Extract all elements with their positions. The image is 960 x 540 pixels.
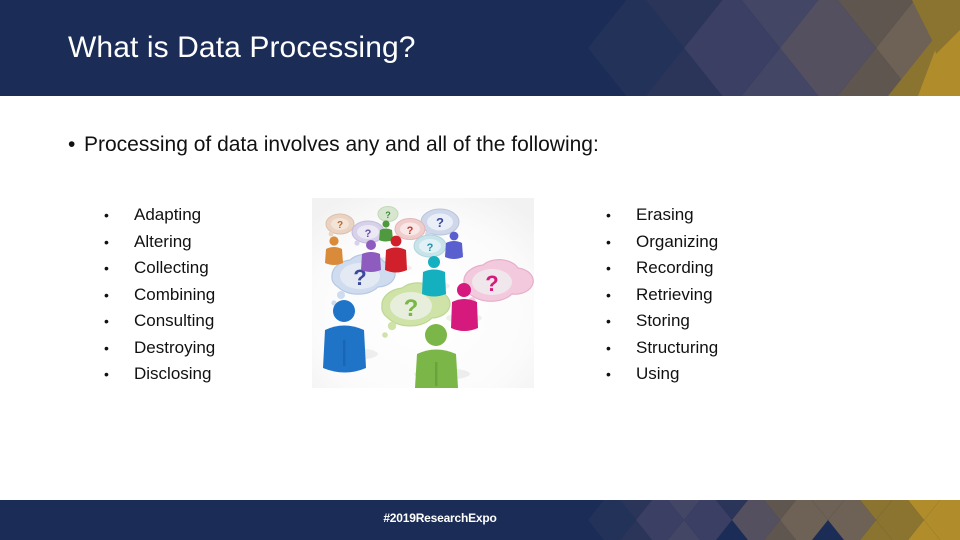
list-item: • Destroying xyxy=(104,335,215,362)
list-item-label: Erasing xyxy=(636,205,694,224)
list-item: • Altering xyxy=(104,229,215,256)
svg-text:?: ? xyxy=(365,228,372,240)
footer-caption: #2019ResearchExpo xyxy=(383,511,497,525)
bullet-marker-icon: • xyxy=(104,286,109,303)
lead-bullet-text: Processing of data involves any and all … xyxy=(84,133,599,156)
svg-text:?: ? xyxy=(485,271,498,296)
bullet-marker-icon: • xyxy=(606,260,611,276)
list-item: • Consulting xyxy=(104,308,215,335)
bullet-marker-icon: • xyxy=(606,286,611,303)
bullet-marker-icon: • xyxy=(68,133,76,156)
list-item: • Storing xyxy=(606,308,718,335)
bullet-marker-icon: • xyxy=(104,207,109,223)
bullet-marker-icon: • xyxy=(104,366,109,382)
list-item: • Structuring xyxy=(606,335,718,362)
list-item: • Adapting xyxy=(104,202,215,229)
list-item-label: Organizing xyxy=(636,231,719,251)
bullet-marker-icon: • xyxy=(606,207,611,223)
list-item: • Disclosing xyxy=(104,361,215,388)
list-item-label: Altering xyxy=(134,231,192,251)
svg-text:?: ? xyxy=(404,295,419,322)
list-item: • Organizing xyxy=(606,229,718,256)
list-item: • Erasing xyxy=(606,202,718,229)
list-item-label: Collecting xyxy=(134,258,209,277)
bullet-marker-icon: • xyxy=(104,339,109,356)
list-item-label: Retrieving xyxy=(636,284,713,304)
list-item: • Using xyxy=(606,361,718,388)
bullet-marker-icon: • xyxy=(606,233,611,250)
svg-text:?: ? xyxy=(407,225,414,237)
bullet-marker-icon: • xyxy=(606,366,611,382)
list-item-label: Disclosing xyxy=(134,364,212,383)
bullet-marker-icon: • xyxy=(104,260,109,276)
svg-text:?: ? xyxy=(337,220,343,231)
slide: What is Data Processing? • Processing of … xyxy=(0,0,960,540)
question-people-illustration: ? ? ? ? ? ? ? ? ? xyxy=(312,198,534,388)
lead-bullet-line: • Processing of data involves any and all… xyxy=(68,130,888,160)
list-item: • Retrieving xyxy=(606,282,718,309)
list-item: • Collecting xyxy=(104,255,215,282)
list-item-label: Storing xyxy=(636,311,690,330)
right-term-list: • Erasing • Organizing • Recording • Ret… xyxy=(606,202,718,388)
header-band: What is Data Processing? xyxy=(0,0,960,96)
svg-text:?: ? xyxy=(427,242,434,254)
bullet-marker-icon: • xyxy=(606,313,611,329)
illustration-svg: ? ? ? ? ? ? ? ? ? xyxy=(312,198,534,388)
bullet-marker-icon: • xyxy=(104,313,109,329)
bullet-marker-icon: • xyxy=(606,339,611,356)
list-item-label: Structuring xyxy=(636,337,719,357)
list-item: • Combining xyxy=(104,282,215,309)
list-item-label: Adapting xyxy=(134,205,202,224)
svg-text:?: ? xyxy=(436,215,444,230)
list-item-label: Destroying xyxy=(134,337,216,357)
list-item-label: Using xyxy=(636,364,680,383)
list-item: • Recording xyxy=(606,255,718,282)
list-item-label: Consulting xyxy=(134,311,215,330)
left-term-list: • Adapting • Altering • Collecting • Com… xyxy=(104,202,215,388)
list-item-label: Combining xyxy=(134,284,216,304)
list-item-label: Recording xyxy=(636,258,714,277)
bullet-marker-icon: • xyxy=(104,233,109,250)
svg-text:?: ? xyxy=(385,210,391,220)
page-title: What is Data Processing? xyxy=(68,31,416,64)
